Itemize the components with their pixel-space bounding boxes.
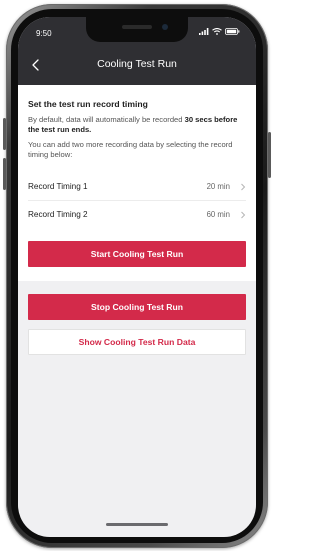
test-run-controls: Stop Cooling Test Run Show Cooling Test … xyxy=(18,281,256,355)
wifi-icon xyxy=(212,28,222,35)
record-timing-2-label: Record Timing 2 xyxy=(28,210,88,219)
stage: 9:50 Cooling Test Run Set the test run r… xyxy=(0,0,275,551)
main-content: Set the test run record timing By defaul… xyxy=(18,85,256,355)
signal-icon xyxy=(199,28,209,35)
chevron-right-icon xyxy=(241,183,246,190)
default-record-info: By default, data will automatically be r… xyxy=(28,115,246,135)
record-timing-1-row[interactable]: Record Timing 1 20 min xyxy=(28,173,246,201)
additional-record-info: You can add two more recording data by s… xyxy=(28,140,233,159)
show-test-run-data-button[interactable]: Show Cooling Test Run Data xyxy=(28,329,246,355)
record-timing-1-value: 20 min xyxy=(206,182,230,191)
record-timing-2-value: 60 min xyxy=(206,210,230,219)
record-timing-2-row[interactable]: Record Timing 2 60 min xyxy=(28,201,246,228)
start-test-run-button[interactable]: Start Cooling Test Run xyxy=(28,241,246,267)
record-timing-card: Set the test run record timing By defaul… xyxy=(18,85,256,281)
battery-icon xyxy=(225,28,240,35)
default-record-text: By default, data will automatically be r… xyxy=(28,115,185,124)
stop-test-run-button[interactable]: Stop Cooling Test Run xyxy=(28,294,246,320)
section-title: Set the test run record timing xyxy=(28,99,148,109)
volume-down-button xyxy=(3,158,6,190)
notch xyxy=(86,17,188,42)
volume-up-button xyxy=(3,118,6,150)
page-title: Cooling Test Run xyxy=(97,58,177,70)
status-time: 9:50 xyxy=(36,29,52,38)
screen: 9:50 Cooling Test Run Set the test run r… xyxy=(18,17,256,537)
record-timing-1-label: Record Timing 1 xyxy=(28,182,88,191)
home-indicator[interactable] xyxy=(106,523,168,526)
power-button xyxy=(268,132,271,178)
front-camera xyxy=(162,24,168,30)
speaker-grille xyxy=(122,25,152,29)
chevron-right-icon xyxy=(241,211,246,218)
status-icons xyxy=(199,28,240,35)
